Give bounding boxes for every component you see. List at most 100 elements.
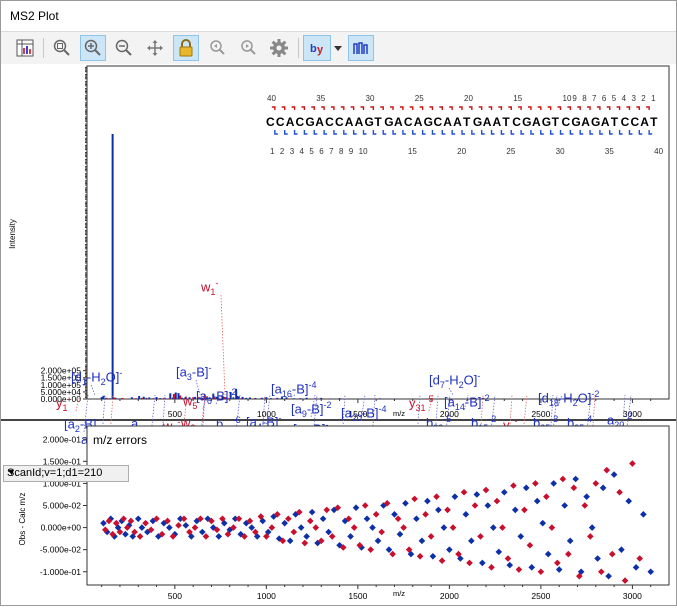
sequence-number-bottom: 20	[457, 147, 466, 156]
sequence-number-top: 40	[267, 94, 276, 103]
chevron-down-icon	[334, 46, 342, 51]
sequence-letter: A	[394, 115, 403, 129]
sequence-letter: G	[522, 115, 531, 129]
scan-id-selector[interactable]: ScanId;v=1;d1=210 ▼	[3, 465, 129, 482]
sequence-letter: C	[266, 115, 275, 129]
zoom-forward-icon	[241, 40, 256, 55]
table-icon	[16, 39, 34, 57]
sequence-number-bottom: 9	[349, 147, 354, 156]
gear-icon	[270, 39, 288, 57]
sequence-number-top: 5	[612, 94, 617, 103]
zoom-out-button[interactable]	[111, 35, 137, 61]
peak-annotation: [a16-B]-4	[271, 380, 317, 399]
peak-annotation-label: [a16-B]-4	[271, 380, 317, 399]
sequence-number-top: 7	[592, 94, 597, 103]
y-tick-label: 0.000e+00	[41, 523, 82, 533]
sequence-number-bottom: 2	[280, 147, 285, 156]
sequence-number-bottom: 35	[605, 147, 614, 156]
y-axis-label: Intensity	[8, 219, 17, 249]
zoom-back-button[interactable]	[204, 35, 230, 61]
sequence-letter: C	[621, 115, 630, 129]
sequence-letter: C	[630, 115, 639, 129]
sequence-number-top: 15	[513, 94, 522, 103]
sequence-letter: G	[305, 115, 314, 129]
sequence-letter: T	[552, 115, 560, 129]
peak-annotation: [d1-H2O]-	[71, 368, 123, 387]
x-tick-label: 500	[168, 591, 182, 601]
sequence-letter: C	[512, 115, 521, 129]
ion-type-button[interactable]: by	[303, 35, 331, 61]
sequence-letter: T	[502, 115, 510, 129]
pan-button[interactable]	[142, 35, 168, 61]
ms2-plot-window: MS2 Plot by 0.000e+00 5.000e+04 1.000e+0…	[0, 0, 677, 606]
sequence-number-top: 9	[572, 94, 577, 103]
peak-annotation-label: [a3-B]-	[176, 363, 212, 382]
plots-svg[interactable]: 0.000e+005.000e+041.000e+051.500e+052.00…	[1, 64, 676, 605]
zoom-fit-button[interactable]	[49, 35, 75, 61]
toolbar-separator	[43, 38, 44, 58]
sequence-number-bottom: 30	[556, 147, 565, 156]
peaks-button[interactable]	[348, 35, 374, 61]
sequence-letter: G	[424, 115, 433, 129]
sequence-number-top: 25	[415, 94, 424, 103]
sequence-number-bottom: 6	[319, 147, 324, 156]
sequence-number-top: 4	[622, 94, 627, 103]
sequence-letter: G	[571, 115, 580, 129]
peak-annotation-label: y1-	[56, 394, 71, 413]
table-view-button[interactable]	[12, 35, 38, 61]
sequence-number-bottom: 25	[506, 147, 515, 156]
x-axis-label: m/z	[393, 589, 405, 598]
sequence-letter: G	[473, 115, 482, 129]
ion-type-dropdown[interactable]	[331, 35, 345, 61]
peak-annotation-label: [d18-H2O]-2	[538, 389, 600, 408]
peak-annotation: [a3-B]-	[176, 363, 212, 382]
chevron-down-icon: ▼	[7, 467, 16, 477]
sequence-letter: G	[542, 115, 551, 129]
sequence-number-bottom: 15	[408, 147, 417, 156]
sequence-letter: A	[443, 115, 452, 129]
x-tick-label: 1500	[348, 591, 367, 601]
lock-icon	[179, 39, 193, 57]
sequence-number-top: 6	[602, 94, 607, 103]
y-tick-label: 2.000e-01	[43, 434, 82, 444]
zoom-forward-button[interactable]	[235, 35, 261, 61]
y-tick-label: -1.000e-01	[40, 567, 81, 577]
sequence-letter: A	[414, 115, 423, 129]
sequence-letter: A	[581, 115, 590, 129]
sequence-number-bottom: 7	[329, 147, 334, 156]
window-title: MS2 Plot	[10, 9, 59, 23]
sequence-letter: A	[453, 115, 462, 129]
sequence-letter: T	[463, 115, 471, 129]
sequence-letter: C	[404, 115, 413, 129]
peak-annotation-label: [d1-H2O]-	[71, 368, 123, 387]
y-tick-label: -5.000e-02	[40, 545, 81, 555]
sequence-letter: T	[611, 115, 619, 129]
settings-button[interactable]	[266, 35, 292, 61]
sequence-number-top: 3	[631, 94, 636, 103]
sequence-letter: C	[296, 115, 305, 129]
sequence-letter: T	[650, 115, 658, 129]
zoom-fit-icon	[53, 39, 70, 56]
lock-button[interactable]	[173, 35, 199, 61]
sequence-number-bottom: 40	[654, 147, 663, 156]
zoom-in-button[interactable]	[80, 35, 106, 61]
x-tick-label: 3000	[623, 591, 642, 601]
sequence-letter: C	[325, 115, 334, 129]
sequence-letter: T	[374, 115, 382, 129]
sequence-letter: A	[640, 115, 649, 129]
peak-annotation-label: [d7-H2O]-	[429, 371, 481, 390]
sequence-letter: C	[562, 115, 571, 129]
sequence-number-top: 8	[582, 94, 587, 103]
sequence-letter: A	[315, 115, 324, 129]
x-tick-label: 2000	[440, 591, 459, 601]
peaks-icon	[353, 42, 368, 54]
move-icon	[147, 40, 163, 56]
sequence-number-top: 35	[316, 94, 325, 103]
sequence-letter: A	[493, 115, 502, 129]
sequence-number-bottom: 1	[270, 147, 275, 156]
peak-annotation: [d18-H2O]-2	[538, 389, 600, 408]
sequence-number-bottom: 4	[300, 147, 305, 156]
y-axis-label: Obs - Calc m/z	[18, 493, 27, 546]
peak-annotation-label: w1-	[201, 278, 219, 297]
sequence-letter: G	[384, 115, 393, 129]
